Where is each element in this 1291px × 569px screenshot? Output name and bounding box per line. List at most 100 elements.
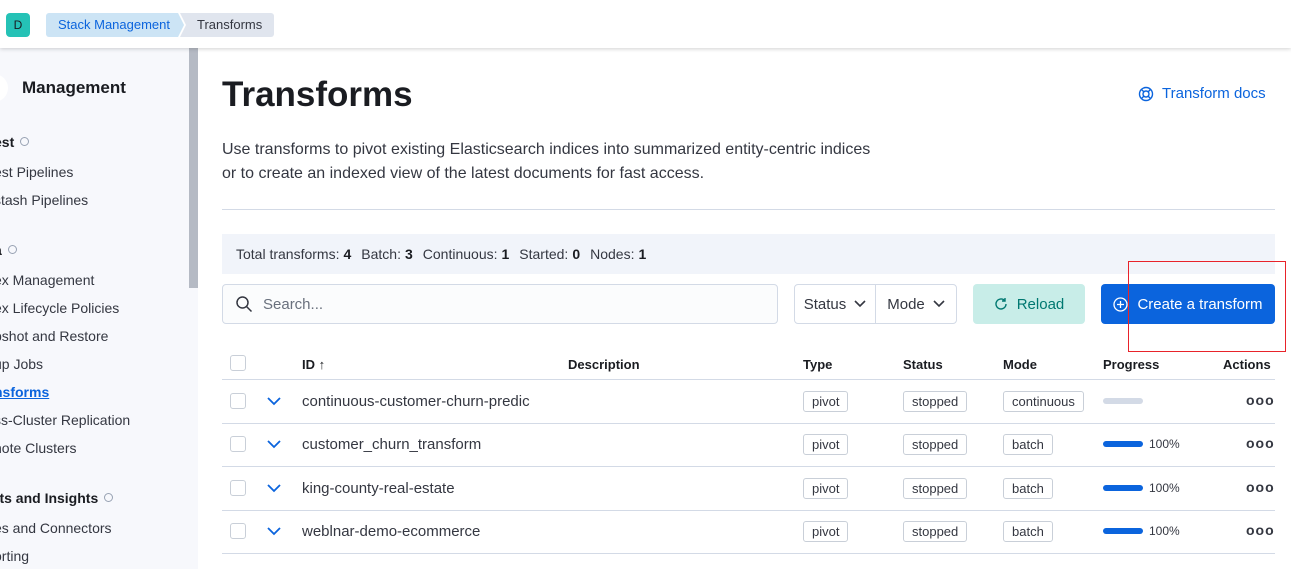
chevron-down-icon[interactable]: [267, 527, 281, 536]
search-input[interactable]: [263, 295, 743, 313]
breadcrumb-stack-management[interactable]: Stack Management: [46, 13, 184, 37]
select-all-checkbox[interactable]: [230, 355, 246, 371]
help-icon: [104, 493, 114, 502]
lifebuoy-icon: [1138, 86, 1154, 101]
progress-bar: [1103, 398, 1143, 404]
sidebar-item-rules-connectors[interactable]: es and Connectors: [0, 520, 112, 536]
chevron-down-icon[interactable]: [267, 440, 281, 449]
reload-button[interactable]: Reload: [973, 284, 1085, 324]
status-badge: stopped: [903, 521, 968, 542]
filter-group: Status Mode: [794, 284, 957, 324]
actions-menu-icon[interactable]: ooo: [1246, 392, 1275, 408]
column-header-id[interactable]: ID ↑: [302, 357, 325, 372]
progress-bar: [1103, 485, 1143, 491]
sidebar-item-rollup-jobs[interactable]: up Jobs: [0, 356, 43, 372]
status-badge: stopped: [903, 434, 968, 455]
chevron-down-icon[interactable]: [267, 484, 281, 493]
sidebar-item-reporting[interactable]: orting: [0, 548, 29, 564]
column-header-mode: Mode: [1003, 357, 1037, 372]
transform-docs-link[interactable]: Transform docs: [1138, 85, 1266, 102]
progress-fill: [1103, 485, 1143, 491]
stat-label: Batch:: [361, 246, 401, 262]
plus-in-circle-icon: [1113, 296, 1129, 312]
progress-label: 100%: [1149, 481, 1180, 495]
progress-bar: [1103, 441, 1143, 447]
mode-badge: batch: [1003, 478, 1053, 499]
stat-value: 4: [343, 246, 352, 262]
sidebar-title: Management: [22, 78, 126, 97]
transform-id[interactable]: customer_churn_transform: [302, 436, 530, 453]
transform-id[interactable]: continuous-customer-churn-predic: [302, 393, 530, 410]
page-description: Use transforms to pivot existing Elastic…: [222, 141, 871, 182]
mode-badge: continuous: [1003, 391, 1084, 412]
column-header-actions: Actions: [1223, 357, 1271, 372]
sidebar-item-logstash-pipelines[interactable]: stash Pipelines: [0, 192, 88, 208]
progress-label: 100%: [1149, 437, 1180, 451]
sidebar-item-transforms[interactable]: nsforms: [0, 384, 49, 400]
id-header-label: ID: [302, 357, 315, 372]
stat-value: 1: [638, 246, 647, 262]
stat-label: Started:: [519, 246, 569, 262]
progress-fill: [1103, 528, 1143, 534]
type-badge: pivot: [803, 391, 849, 412]
progress-bar: [1103, 528, 1143, 534]
refresh-icon: [995, 298, 1007, 310]
sort-ascending-icon: ↑: [318, 357, 326, 372]
sidebar-item-ingest-pipelines[interactable]: est Pipelines: [0, 164, 73, 180]
breadcrumb-transforms: Transforms: [180, 13, 275, 37]
column-header-progress: Progress: [1103, 357, 1160, 372]
sidebar-item-index-lifecycle-policies[interactable]: ex Lifecycle Policies: [0, 300, 119, 316]
sidebar-item-remote-clusters[interactable]: note Clusters: [0, 440, 76, 456]
type-badge: pivot: [803, 521, 849, 542]
stat-value: 1: [501, 246, 510, 262]
sidebar-scrollbar[interactable]: [189, 48, 198, 288]
stat-label: Continuous:: [422, 246, 498, 262]
table-header: ID ↑ Description Type Status Mode Progre…: [222, 348, 1275, 380]
search-field[interactable]: [222, 284, 778, 324]
transform-id[interactable]: weblnar-demo-ecommerce: [302, 523, 530, 540]
transform-id[interactable]: king-county-real-estate: [302, 480, 530, 497]
mode-badge: batch: [1003, 434, 1053, 455]
sidebar-group-data: a: [0, 242, 17, 258]
row-checkbox[interactable]: [230, 436, 246, 452]
progress-label: 100%: [1149, 524, 1180, 538]
row-checkbox[interactable]: [230, 523, 246, 539]
row-checkbox[interactable]: [230, 480, 246, 496]
transform-docs-label: Transform docs: [1162, 85, 1266, 102]
mode-badge: batch: [1003, 521, 1053, 542]
mode-filter-label: Mode: [887, 295, 925, 313]
mode-filter-button[interactable]: Mode: [875, 285, 956, 323]
progress-fill: [1103, 441, 1143, 447]
chevron-down-icon[interactable]: [267, 397, 281, 406]
actions-menu-icon[interactable]: ooo: [1246, 479, 1275, 495]
stat-label: Nodes:: [590, 246, 635, 262]
column-header-description: Description: [568, 357, 640, 372]
space-avatar[interactable]: D: [6, 13, 30, 37]
table-row: customer_churn_transform pivot stopped b…: [222, 423, 1275, 467]
help-icon: [20, 137, 30, 146]
sidebar-item-cross-cluster-replication[interactable]: ss-Cluster Replication: [0, 412, 130, 428]
page-title: Transforms: [222, 75, 413, 114]
transform-stats-bar: Total transforms: 4 Batch: 3 Continuous: 1 …: [222, 234, 1275, 274]
stat-value: 3: [404, 246, 413, 262]
column-header-type: Type: [803, 357, 833, 372]
stat-label: Total transforms:: [236, 246, 340, 262]
table-row: weblnar-demo-ecommerce pivot stopped bat…: [222, 510, 1275, 554]
sidebar-item-index-management[interactable]: ex Management: [0, 272, 94, 288]
sidebar-item-snapshot-restore[interactable]: pshot and Restore: [0, 328, 108, 344]
actions-menu-icon[interactable]: ooo: [1246, 522, 1275, 538]
status-filter-button[interactable]: Status: [795, 285, 875, 323]
search-icon: [236, 296, 253, 313]
chevron-down-icon: [854, 300, 866, 308]
table-row: continuous-customer-churn-predic pivot s…: [222, 380, 1275, 424]
status-badge: stopped: [903, 391, 968, 412]
actions-menu-icon[interactable]: ooo: [1246, 435, 1275, 451]
type-badge: pivot: [803, 478, 849, 499]
column-header-status: Status: [903, 357, 943, 372]
type-badge: pivot: [803, 434, 849, 455]
status-badge: stopped: [903, 478, 968, 499]
row-checkbox[interactable]: [230, 393, 246, 409]
status-filter-label: Status: [803, 295, 847, 313]
divider: [222, 209, 1275, 210]
help-icon: [7, 245, 17, 254]
